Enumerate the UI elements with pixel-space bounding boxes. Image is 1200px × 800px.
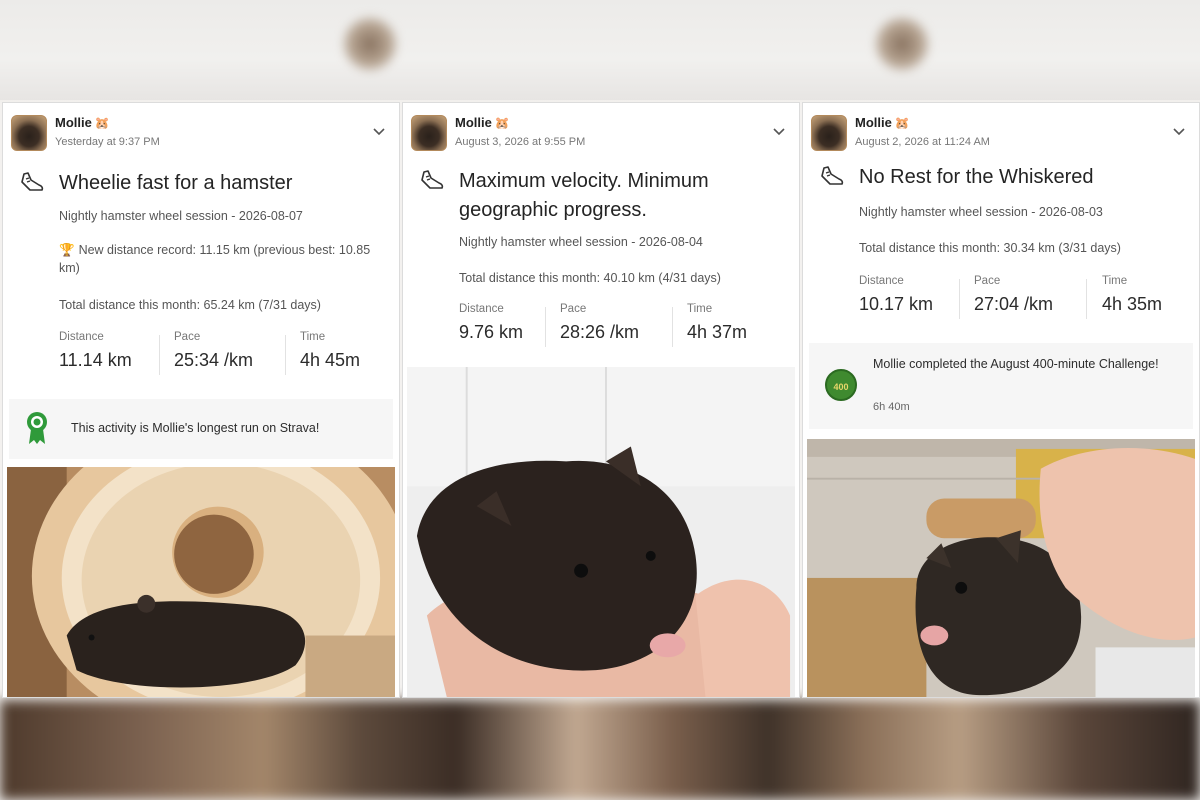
activity-title-row: Maximum velocity. Minimum geographic pro… <box>419 167 783 227</box>
athlete-name[interactable]: Mollie 🐹 <box>855 115 910 130</box>
activity-stats: Distance 11.14 km Pace 25:34 /km Time 4h… <box>59 331 385 379</box>
card-header: Mollie 🐹 Yesterday at 9:37 PM <box>11 113 391 157</box>
challenge-text: Mollie completed the August 400-minute C… <box>873 357 1159 371</box>
activity-title-row: No Rest for the Whiskered <box>819 163 1183 193</box>
chevron-down-icon[interactable] <box>371 123 387 139</box>
activity-description: Nightly hamster wheel session - 2026-08-… <box>59 209 303 223</box>
record-note: 🏆 New distance record: 11.15 km (previous… <box>59 243 371 275</box>
activity-timestamp: August 3, 2026 at 9:55 PM <box>455 136 586 148</box>
card-header: Mollie 🐹 August 3, 2026 at 9:55 PM <box>411 113 791 157</box>
stat-divider <box>672 307 673 347</box>
activity-card[interactable]: Mollie 🐹 August 2, 2026 at 11:24 AM No Re… <box>802 102 1200 698</box>
stat-time: Time 4h 45m <box>300 331 361 370</box>
running-shoe-icon <box>21 172 44 191</box>
stat-distance: Distance 10.17 km <box>859 275 934 314</box>
stat-divider <box>545 307 546 347</box>
athlete-name[interactable]: Mollie 🐹 <box>55 115 110 130</box>
activity-title-row: Wheelie fast for a hamster <box>19 169 383 199</box>
activity-timestamp: Yesterday at 9:37 PM <box>55 136 160 148</box>
chevron-down-icon[interactable] <box>1171 123 1187 139</box>
blurred-avatar-shape <box>872 14 932 74</box>
monthly-total: Total distance this month: 30.34 km (3/3… <box>859 241 1121 255</box>
blurred-top-background <box>0 0 1200 100</box>
hamster-with-hand-photo <box>807 439 1195 697</box>
activity-timestamp: August 2, 2026 at 11:24 AM <box>855 136 990 148</box>
stat-divider <box>1086 279 1087 319</box>
hamster-in-wheel-photo <box>7 467 395 697</box>
achievement-text: This activity is Mollie's longest run on… <box>71 421 320 435</box>
challenge-badge-icon: 400 <box>825 369 857 401</box>
activity-title[interactable]: Maximum velocity. Minimum geographic pro… <box>459 167 783 225</box>
stat-divider <box>285 335 286 375</box>
hamster-badge-icon: 🐹 <box>494 116 510 130</box>
blurred-avatar-shape <box>340 14 400 74</box>
stat-pace: Pace 27:04 /km <box>974 275 1054 314</box>
activity-title[interactable]: No Rest for the Whiskered <box>859 163 1183 192</box>
stat-distance: Distance 11.14 km <box>59 331 132 370</box>
stat-pace: Pace 28:26 /km <box>560 303 640 342</box>
activity-description: Nightly hamster wheel session - 2026-08-… <box>859 205 1103 219</box>
hamster-in-hand-photo <box>407 367 795 697</box>
blurred-bottom-background <box>0 700 1200 800</box>
stat-divider <box>159 335 160 375</box>
activity-photo[interactable] <box>807 439 1195 697</box>
activity-photo[interactable] <box>7 467 395 697</box>
stat-pace: Pace 25:34 /km <box>174 331 254 370</box>
stat-divider <box>959 279 960 319</box>
hamster-badge-icon: 🐹 <box>94 116 110 130</box>
chevron-down-icon[interactable] <box>771 123 787 139</box>
stat-time: Time 4h 37m <box>687 303 748 342</box>
avatar[interactable] <box>11 115 47 151</box>
running-shoe-icon <box>821 166 844 185</box>
challenge-time: 6h 40m <box>873 401 910 413</box>
activity-title[interactable]: Wheelie fast for a hamster <box>59 169 383 198</box>
stat-distance: Distance 9.76 km <box>459 303 524 342</box>
activity-photo[interactable] <box>407 367 795 697</box>
monthly-total: Total distance this month: 40.10 km (4/3… <box>459 271 721 285</box>
achievement-banner[interactable]: This activity is Mollie's longest run on… <box>9 399 393 459</box>
monthly-total: Total distance this month: 65.24 km (7/3… <box>59 298 321 312</box>
activity-card[interactable]: Mollie 🐹 August 3, 2026 at 9:55 PM Maximu… <box>402 102 800 698</box>
card-header: Mollie 🐹 August 2, 2026 at 11:24 AM <box>811 113 1191 157</box>
hamster-badge-icon: 🐹 <box>894 116 910 130</box>
stat-time: Time 4h 35m <box>1102 275 1163 314</box>
activity-card[interactable]: Mollie 🐹 Yesterday at 9:37 PM Wheelie fas… <box>2 102 400 698</box>
challenge-banner[interactable]: 400 Mollie completed the August 400-minu… <box>809 343 1193 429</box>
avatar[interactable] <box>411 115 447 151</box>
achievement-ribbon-icon <box>27 412 47 444</box>
activity-stats: Distance 9.76 km Pace 28:26 /km Time 4h … <box>459 303 785 351</box>
avatar[interactable] <box>811 115 847 151</box>
trophy-icon: 🏆 <box>59 243 75 257</box>
activity-description: Nightly hamster wheel session - 2026-08-… <box>459 235 703 249</box>
activity-stats: Distance 10.17 km Pace 27:04 /km Time 4h… <box>859 275 1185 323</box>
athlete-name[interactable]: Mollie 🐹 <box>455 115 510 130</box>
running-shoe-icon <box>421 170 444 189</box>
